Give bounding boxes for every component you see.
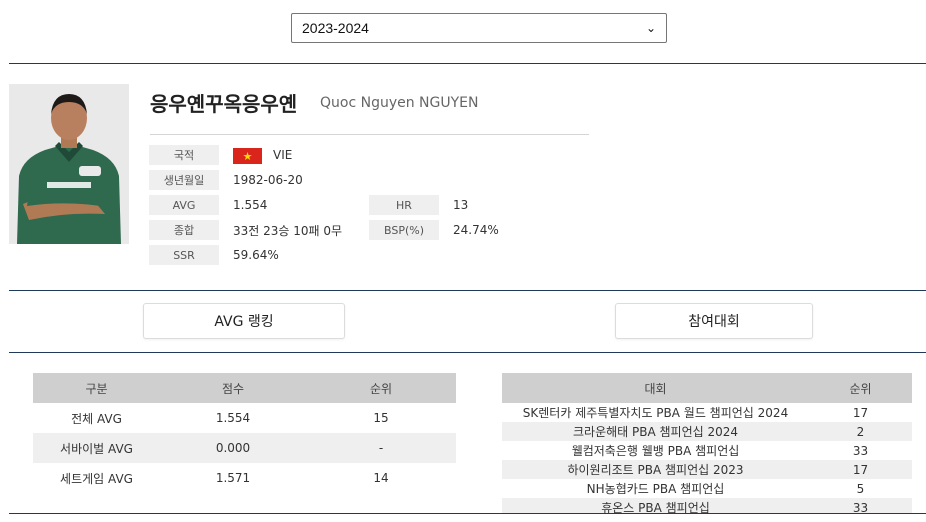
divider — [9, 290, 926, 291]
nationality-label: 국적 — [149, 145, 219, 165]
ssr-label: SSR — [149, 245, 219, 265]
table-header-row: 대회 순위 — [502, 373, 912, 403]
column-header: 대회 — [502, 373, 809, 403]
table-cell: - — [306, 433, 456, 463]
divider — [9, 513, 926, 514]
table-row: 전체 AVG 1.554 15 — [33, 403, 456, 433]
table-cell: 전체 AVG — [71, 411, 122, 426]
record-value: 33전 23승 10패 0무 — [233, 223, 343, 238]
divider — [9, 63, 926, 64]
table-row: 서바이벌 AVG 0.000 - — [33, 433, 456, 463]
nationality-value: VIE — [273, 148, 293, 162]
competition-rank: 17 — [809, 460, 912, 479]
vietnam-flag-icon: ★ — [233, 148, 262, 164]
hr-value: 13 — [453, 198, 469, 212]
table-cell: 서바이벌 AVG — [33, 433, 160, 463]
record-label: 종합 — [149, 220, 219, 240]
avg-ranking-table: 구분 점수 순위 전체 AVG 1.554 15 서바이벌 AVG 0.000 … — [33, 373, 456, 493]
competition-rank: 33 — [852, 443, 869, 458]
avg-value: 1.554 — [233, 198, 268, 212]
competition-name: 하이원리조트 PBA 챔피언십 2023 — [502, 460, 809, 479]
competition-name: NH농협카드 PBA 챔피언십 — [586, 482, 725, 496]
table-cell: 세트게임 AVG — [60, 471, 133, 486]
table-header-row: 구분 점수 순위 — [33, 373, 456, 403]
competition-name: SK렌터카 제주특별자치도 PBA 월드 챔피언십 2024 — [522, 406, 789, 420]
birthdate-value: 1982-06-20 — [233, 173, 303, 187]
birthdate-label: 생년월일 — [149, 170, 219, 190]
table-row[interactable]: 웰컴저축은행 웰뱅 PBA 챔피언십 33 — [502, 441, 912, 460]
table-row[interactable]: 휴온스 PBA 챔피언십 33 — [502, 498, 912, 513]
table-cell: 14 — [373, 471, 389, 485]
table-cell: 1.571 — [215, 471, 251, 485]
competition-rank: 2 — [809, 422, 912, 441]
player-photo — [9, 84, 129, 244]
season-select[interactable]: 2023-2024 ⌄ — [291, 13, 667, 43]
competitions-table: 대회 순위 SK렌터카 제주특별자치도 PBA 월드 챔피언십 2024 17 … — [502, 373, 912, 513]
player-name-english: Quoc Nguyen NGUYEN — [320, 95, 479, 111]
table-row[interactable]: 하이원리조트 PBA 챔피언십 2023 17 — [502, 460, 912, 479]
bsp-label: BSP(%) — [369, 220, 439, 240]
hr-label: HR — [369, 195, 439, 215]
competition-name: 크라운해태 PBA 챔피언십 2024 — [502, 422, 809, 441]
table-cell: 1.554 — [215, 411, 251, 425]
competition-rank: 33 — [809, 498, 912, 513]
name-divider — [150, 134, 589, 135]
competitions-scroll-area[interactable]: 대회 순위 SK렌터카 제주특별자치도 PBA 월드 챔피언십 2024 17 … — [502, 373, 912, 513]
competition-name: 웰컴저축은행 웰뱅 PBA 챔피언십 — [571, 444, 740, 458]
table-row[interactable]: NH농협카드 PBA 챔피언십 5 — [502, 479, 912, 498]
table-row: 세트게임 AVG 1.571 14 — [33, 463, 456, 493]
column-header: 순위 — [809, 373, 912, 403]
table-cell: 15 — [373, 411, 389, 425]
column-header: 점수 — [160, 373, 306, 403]
season-select-value: 2023-2024 — [302, 20, 369, 36]
column-header: 구분 — [33, 373, 160, 403]
table-cell: 0.000 — [160, 433, 306, 463]
competition-rank: 17 — [852, 405, 869, 420]
tab-competitions[interactable]: 참여대회 — [615, 303, 813, 339]
ssr-value: 59.64% — [233, 248, 279, 262]
player-name-korean: 응우옌꾸옥응우옌 — [150, 92, 298, 116]
competition-name: 휴온스 PBA 챔피언십 — [502, 498, 809, 513]
table-row[interactable]: SK렌터카 제주특별자치도 PBA 월드 챔피언십 2024 17 — [502, 403, 912, 422]
bsp-value: 24.74% — [453, 223, 499, 237]
column-header: 순위 — [306, 373, 456, 403]
chevron-down-icon: ⌄ — [645, 21, 656, 35]
avg-label: AVG — [149, 195, 219, 215]
table-row[interactable]: 크라운해태 PBA 챔피언십 2024 2 — [502, 422, 912, 441]
tab-avg-ranking[interactable]: AVG 랭킹 — [143, 303, 345, 339]
divider — [9, 352, 926, 353]
competition-rank: 5 — [856, 481, 865, 496]
